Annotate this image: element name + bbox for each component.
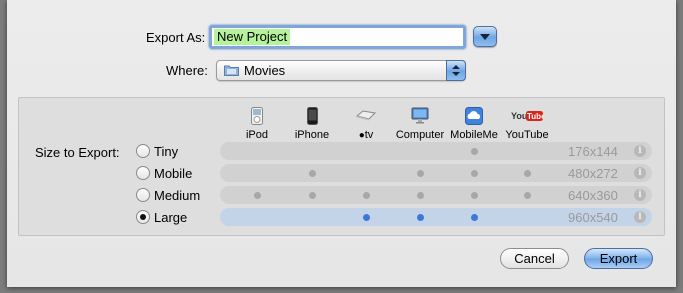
compat-dot	[524, 192, 531, 199]
resolution-label: 176x144	[568, 144, 618, 159]
info-icon[interactable]: i	[634, 189, 646, 201]
export-as-label: Export As:	[146, 30, 206, 45]
device-label: YouTube	[505, 129, 549, 141]
compat-dot	[471, 170, 478, 177]
radio-large[interactable]	[136, 210, 150, 224]
folder-icon	[224, 65, 239, 76]
compat-dot	[254, 192, 261, 199]
apple-tv-icon	[355, 110, 377, 121]
where-popup[interactable]: Movies	[216, 60, 466, 81]
compat-dot	[471, 148, 478, 155]
svg-text:Tube: Tube	[527, 112, 543, 121]
radio-medium[interactable]	[136, 188, 150, 202]
where-label: Where:	[166, 63, 208, 78]
device-youtube: You Tube YouTube	[492, 107, 562, 141]
radio-mobile[interactable]	[136, 166, 150, 180]
size-option-label[interactable]: Mobile	[154, 166, 192, 181]
resolution-label: 640x360	[568, 188, 618, 203]
size-option-label[interactable]: Tiny	[154, 144, 178, 159]
compat-dot	[471, 192, 478, 199]
compat-dot	[309, 192, 316, 199]
compat-dot	[363, 192, 370, 199]
export-button[interactable]: Export	[584, 248, 653, 269]
where-popup-value: Movies	[244, 63, 286, 78]
export-name-value[interactable]: New Project	[214, 29, 291, 45]
compat-dot	[417, 170, 424, 177]
youtube-icon: You Tube	[511, 111, 546, 121]
export-name-field[interactable]: New Project	[209, 25, 466, 49]
svg-text:You: You	[511, 111, 527, 121]
size-option-label[interactable]: Medium	[154, 188, 200, 203]
info-icon[interactable]: i	[634, 211, 646, 223]
ipod-icon	[251, 107, 263, 125]
compat-dot	[309, 170, 316, 177]
cancel-button[interactable]: Cancel	[500, 248, 569, 269]
size-option-label[interactable]: Large	[154, 210, 187, 225]
resolution-label: 480x272	[568, 166, 618, 181]
disclosure-button[interactable]	[473, 26, 497, 47]
compat-dot	[524, 170, 531, 177]
compat-dot	[471, 214, 478, 221]
info-icon[interactable]: i	[634, 145, 646, 157]
info-icon[interactable]: i	[634, 167, 646, 179]
iphone-icon	[306, 107, 318, 125]
compat-dot	[417, 192, 424, 199]
compat-dot	[417, 214, 424, 221]
resolution-label: 960x540	[568, 210, 618, 225]
compat-dot	[363, 214, 370, 221]
size-to-export-label: Size to Export:	[35, 145, 120, 160]
mobileme-icon	[465, 107, 483, 125]
popup-arrows-icon[interactable]	[446, 60, 466, 81]
computer-icon	[411, 107, 429, 124]
radio-tiny[interactable]	[136, 144, 150, 158]
